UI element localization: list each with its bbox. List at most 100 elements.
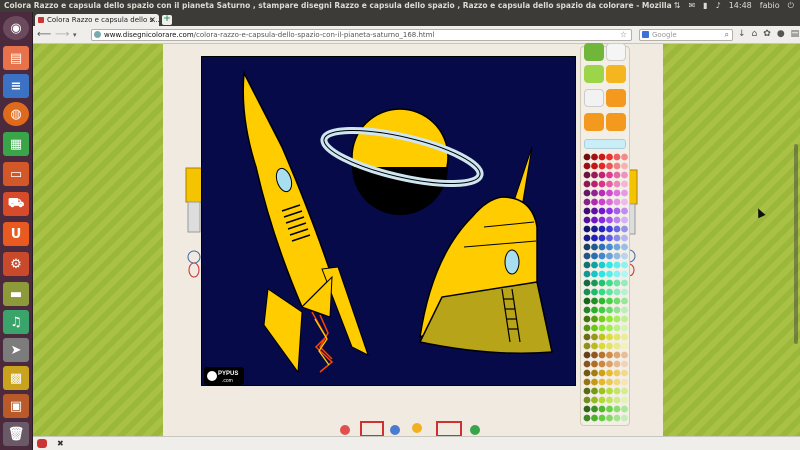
color-swatch[interactable] bbox=[583, 252, 591, 260]
color-swatch[interactable] bbox=[583, 324, 591, 332]
color-swatch[interactable] bbox=[621, 198, 628, 206]
dash-icon[interactable]: ◉ bbox=[3, 16, 29, 40]
color-swatch[interactable] bbox=[598, 369, 606, 377]
color-swatch[interactable] bbox=[606, 342, 613, 350]
color-swatch[interactable] bbox=[621, 396, 628, 404]
color-swatch[interactable] bbox=[591, 306, 598, 314]
color-swatch[interactable] bbox=[583, 387, 591, 395]
color-swatch[interactable] bbox=[583, 315, 591, 323]
mail-icon[interactable]: ✉ bbox=[688, 0, 695, 12]
close-addon-bar-icon[interactable]: ✖ bbox=[57, 437, 64, 450]
color-swatch[interactable] bbox=[583, 414, 591, 422]
color-swatch[interactable] bbox=[591, 153, 598, 161]
color-swatch[interactable] bbox=[621, 189, 628, 197]
color-swatch[interactable] bbox=[613, 315, 621, 323]
color-swatch[interactable] bbox=[621, 387, 628, 395]
color-swatch[interactable] bbox=[598, 153, 606, 161]
color-swatch[interactable] bbox=[613, 198, 621, 206]
color-swatch[interactable] bbox=[591, 207, 598, 215]
color-swatch[interactable] bbox=[613, 189, 621, 197]
color-swatch[interactable] bbox=[621, 261, 628, 269]
color-swatch[interactable] bbox=[591, 189, 598, 197]
color-swatch[interactable] bbox=[583, 306, 591, 314]
color-swatch[interactable] bbox=[606, 243, 613, 251]
color-swatch[interactable] bbox=[598, 297, 606, 305]
color-swatch[interactable] bbox=[583, 405, 591, 413]
ubuntu-one-icon[interactable]: U bbox=[3, 222, 29, 246]
color-swatch[interactable] bbox=[613, 387, 621, 395]
color-swatch[interactable] bbox=[613, 207, 621, 215]
rocket[interactable] bbox=[242, 70, 369, 374]
color-swatch[interactable] bbox=[621, 207, 628, 215]
color-swatch[interactable] bbox=[621, 414, 628, 422]
color-swatch[interactable] bbox=[621, 315, 628, 323]
power-icon[interactable]: ⏻ bbox=[788, 0, 794, 12]
color-swatch[interactable] bbox=[613, 360, 621, 368]
color-swatch[interactable] bbox=[606, 162, 613, 170]
color-swatch[interactable] bbox=[598, 216, 606, 224]
color-swatch[interactable] bbox=[598, 288, 606, 296]
writer-icon[interactable]: ≡ bbox=[3, 74, 29, 98]
color-swatch[interactable] bbox=[621, 378, 628, 386]
color-swatch[interactable] bbox=[606, 234, 613, 242]
battery-icon[interactable]: ▮ bbox=[703, 0, 707, 12]
color-swatch[interactable] bbox=[591, 405, 598, 413]
game2-icon[interactable]: ▣ bbox=[3, 394, 29, 418]
back-icon[interactable]: ⟵ bbox=[37, 29, 51, 40]
color-swatch[interactable] bbox=[613, 333, 621, 341]
color-swatch[interactable] bbox=[606, 171, 613, 179]
color-swatch[interactable] bbox=[613, 261, 621, 269]
color-swatch[interactable] bbox=[591, 351, 598, 359]
color-swatch[interactable] bbox=[621, 324, 628, 332]
color-swatch[interactable] bbox=[621, 297, 628, 305]
color-swatch[interactable] bbox=[598, 342, 606, 350]
color-swatch[interactable] bbox=[598, 315, 606, 323]
tab-active[interactable]: Colora Razzo e capsula dello s... × bbox=[35, 14, 159, 26]
impress-icon[interactable]: ▭ bbox=[3, 162, 29, 186]
color-swatch[interactable] bbox=[591, 216, 598, 224]
new-tab-button[interactable]: + bbox=[162, 15, 172, 25]
color-swatch[interactable] bbox=[613, 216, 621, 224]
color-swatch[interactable] bbox=[613, 396, 621, 404]
color-swatch[interactable] bbox=[598, 189, 606, 197]
media-icon[interactable]: ♫ bbox=[3, 310, 29, 334]
color-swatch[interactable] bbox=[606, 369, 613, 377]
color-swatch[interactable] bbox=[598, 270, 606, 278]
color-swatch[interactable] bbox=[598, 234, 606, 242]
color-swatch[interactable] bbox=[613, 342, 621, 350]
color-swatch[interactable] bbox=[613, 153, 621, 161]
color-swatch[interactable] bbox=[613, 288, 621, 296]
color-swatch[interactable] bbox=[613, 270, 621, 278]
color-swatch[interactable] bbox=[613, 243, 621, 251]
color-swatch[interactable] bbox=[583, 297, 591, 305]
color-swatch[interactable] bbox=[621, 351, 628, 359]
color-swatch[interactable] bbox=[583, 360, 591, 368]
color-swatch[interactable] bbox=[591, 243, 598, 251]
color-swatch[interactable] bbox=[606, 252, 613, 260]
color-swatch-grid[interactable] bbox=[583, 153, 629, 425]
color-swatch[interactable] bbox=[591, 387, 598, 395]
eraser-icon[interactable] bbox=[584, 113, 604, 131]
color-swatch[interactable] bbox=[591, 333, 598, 341]
color-swatch[interactable] bbox=[583, 396, 591, 404]
color-swatch[interactable] bbox=[598, 198, 606, 206]
software-center-icon[interactable]: ⛟ bbox=[3, 192, 29, 216]
color-swatch[interactable] bbox=[598, 306, 606, 314]
color-swatch[interactable] bbox=[598, 360, 606, 368]
page-scrollbar[interactable] bbox=[792, 44, 800, 436]
color-swatch[interactable] bbox=[613, 171, 621, 179]
color-swatch[interactable] bbox=[591, 396, 598, 404]
color-swatch[interactable] bbox=[613, 234, 621, 242]
color-swatch[interactable] bbox=[606, 270, 613, 278]
color-swatch[interactable] bbox=[613, 252, 621, 260]
color-swatch[interactable] bbox=[606, 216, 613, 224]
coloring-canvas[interactable]: PYPUS .com bbox=[201, 56, 576, 386]
color-swatch[interactable] bbox=[583, 243, 591, 251]
color-swatch[interactable] bbox=[591, 297, 598, 305]
color-swatch[interactable] bbox=[621, 270, 628, 278]
calc-icon[interactable]: ▦ bbox=[3, 132, 29, 156]
color-swatch[interactable] bbox=[613, 180, 621, 188]
brush-icon[interactable] bbox=[584, 43, 604, 61]
color-swatch[interactable] bbox=[591, 225, 598, 233]
files-icon[interactable]: ▤ bbox=[3, 46, 29, 70]
